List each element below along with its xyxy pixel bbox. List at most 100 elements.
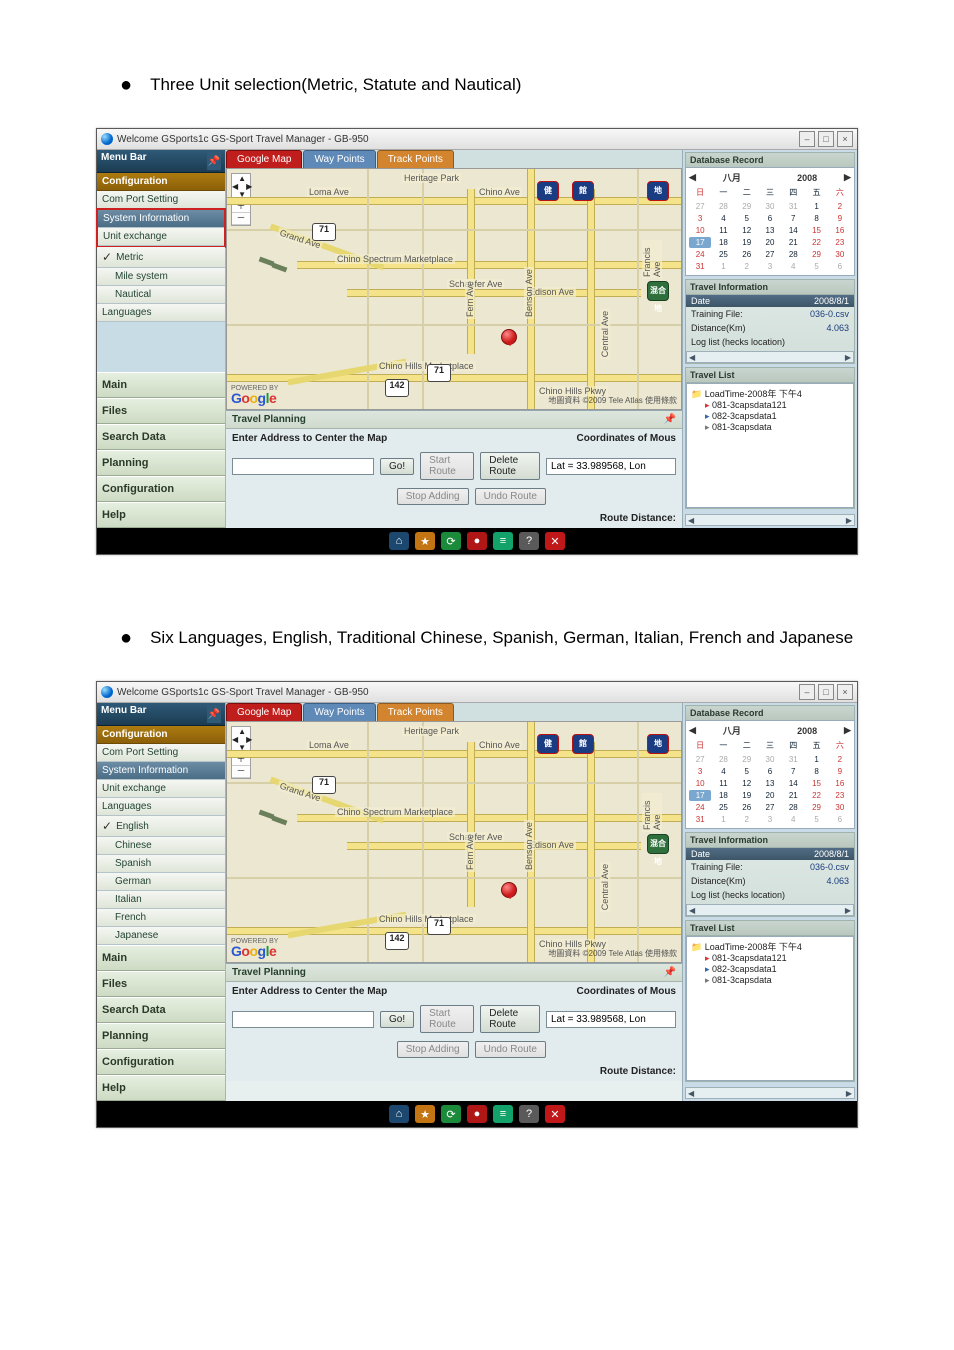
pan-right-icon[interactable]: ▶	[246, 183, 252, 191]
maximize-icon[interactable]: □	[818, 131, 834, 147]
map-pin[interactable]	[501, 882, 517, 898]
sidebar-button-planning[interactable]: Planning	[97, 1023, 225, 1049]
travel-list-tree[interactable]: LoadTime-2008年 下午4 081-3capsdata121 082-…	[686, 383, 854, 508]
tree-item-2[interactable]: 082-3capsdata1	[705, 411, 849, 422]
lang-italian[interactable]: Italian	[97, 891, 225, 909]
cal-next-icon[interactable]: ▶	[844, 725, 851, 736]
tray-icon-1[interactable]: ⌂	[389, 1105, 409, 1123]
sidebar-item-sysinfo[interactable]: System Information	[97, 762, 225, 780]
address-input[interactable]	[232, 458, 374, 475]
zoom-out-icon[interactable]: －	[232, 213, 250, 225]
tray-icon-4[interactable]: ●	[467, 1105, 487, 1123]
unit-nautical[interactable]: Nautical	[97, 286, 225, 304]
calendar[interactable]: ◀ 八月 2008 ▶ 日一二三四五六 272829303112 3456789…	[685, 167, 855, 276]
unit-mile[interactable]: Mile system	[97, 268, 225, 286]
tree-root[interactable]: LoadTime-2008年 下午4	[691, 387, 849, 400]
window-controls[interactable]: – □ ×	[799, 684, 853, 700]
sidebar-item-comport[interactable]: Com Port Setting	[97, 744, 225, 762]
configuration-header[interactable]: Configuration	[97, 726, 225, 744]
unit-metric[interactable]: ✓Metric	[97, 247, 225, 268]
hscroll[interactable]: ◀▶	[686, 904, 854, 916]
close-icon[interactable]: ×	[837, 131, 853, 147]
configuration-header[interactable]: Configuration	[97, 173, 225, 191]
undo-route-button[interactable]: Undo Route	[475, 488, 546, 505]
go-button[interactable]: Go!	[380, 458, 414, 475]
lang-spanish[interactable]: Spanish	[97, 855, 225, 873]
google-map[interactable]: ▲◀▶▼ ＋ －	[226, 721, 682, 963]
stop-adding-button[interactable]: Stop Adding	[397, 1041, 469, 1058]
tray-icon-6[interactable]: ?	[519, 1105, 539, 1123]
tray-icon-2[interactable]: ★	[415, 532, 435, 550]
window-controls[interactable]: – □ ×	[799, 131, 853, 147]
hscroll[interactable]: ◀▶	[686, 351, 854, 363]
address-input[interactable]	[232, 1011, 374, 1028]
sidebar-button-help[interactable]: Help	[97, 1075, 225, 1101]
sidebar-button-help[interactable]: Help	[97, 502, 225, 528]
sidebar-button-files[interactable]: Files	[97, 971, 225, 997]
lang-french[interactable]: French	[97, 909, 225, 927]
sidebar-item-languages[interactable]: Languages	[97, 798, 225, 816]
map-pin[interactable]	[501, 329, 517, 345]
tree-root[interactable]: LoadTime-2008年 下午4	[691, 940, 849, 953]
latlon-input[interactable]	[546, 458, 676, 475]
maximize-icon[interactable]: □	[818, 684, 834, 700]
delete-route-button[interactable]: Delete Route	[480, 1005, 540, 1033]
delete-route-button[interactable]: Delete Route	[480, 452, 540, 480]
google-map[interactable]: ▲◀▶▼ ＋ －	[226, 168, 682, 410]
tray-icon-3[interactable]: ⟳	[441, 532, 461, 550]
lang-japanese[interactable]: Japanese	[97, 927, 225, 945]
stop-adding-button[interactable]: Stop Adding	[397, 488, 469, 505]
cal-days[interactable]: 272829303112 3456789 10111213141516 1718…	[689, 754, 851, 825]
sidebar-button-configuration[interactable]: Configuration	[97, 1049, 225, 1075]
sidebar-button-planning[interactable]: Planning	[97, 450, 225, 476]
calendar[interactable]: ◀ 八月 2008 ▶ 日一二三四五六 272829303112 3456789…	[685, 720, 855, 829]
minimize-icon[interactable]: –	[799, 131, 815, 147]
sidebar-item-languages[interactable]: Languages	[97, 304, 225, 322]
sidebar-button-configuration[interactable]: Configuration	[97, 476, 225, 502]
lang-english[interactable]: ✓English	[97, 816, 225, 837]
latlon-input[interactable]	[546, 1011, 676, 1028]
tree-item-3[interactable]: 081-3capsdata	[705, 422, 849, 433]
tree-item-3[interactable]: 081-3capsdata	[705, 975, 849, 986]
tree-item-1[interactable]: 081-3capsdata121	[705, 953, 849, 964]
sidebar-item-unitexchange[interactable]: Unit exchange	[98, 228, 224, 246]
pan-up-icon[interactable]: ▲	[238, 175, 246, 183]
close-icon[interactable]: ×	[837, 684, 853, 700]
tray-icon-6[interactable]: ?	[519, 532, 539, 550]
panel-pin-icon[interactable]: 📌	[664, 414, 676, 425]
sidebar-button-searchdata[interactable]: Search Data	[97, 997, 225, 1023]
tray-icon-7[interactable]: ✕	[545, 1105, 565, 1123]
minimize-icon[interactable]: –	[799, 684, 815, 700]
tab-waypoints[interactable]: Way Points	[303, 703, 375, 721]
sidebar-button-main[interactable]: Main	[97, 372, 225, 398]
tray-icon-5[interactable]: ≡	[493, 1105, 513, 1123]
tab-trackpoints[interactable]: Track Points	[377, 703, 454, 721]
cal-next-icon[interactable]: ▶	[844, 172, 851, 183]
sidebar-button-main[interactable]: Main	[97, 945, 225, 971]
sidebar-item-unitexchange[interactable]: Unit exchange	[97, 780, 225, 798]
pin-icon[interactable]: 📌	[207, 152, 221, 170]
tray-icon-5[interactable]: ≡	[493, 532, 513, 550]
right-hscroll[interactable]: ◀▶	[685, 1087, 855, 1099]
sidebar-item-comport[interactable]: Com Port Setting	[97, 191, 225, 209]
undo-route-button[interactable]: Undo Route	[475, 1041, 546, 1058]
tray-icon-7[interactable]: ✕	[545, 532, 565, 550]
zoom-out-icon[interactable]: －	[232, 766, 250, 778]
lang-german[interactable]: German	[97, 873, 225, 891]
sidebar-button-files[interactable]: Files	[97, 398, 225, 424]
start-route-button[interactable]: Start Route	[420, 1005, 474, 1033]
panel-pin-icon[interactable]: 📌	[664, 967, 676, 978]
pan-up-icon[interactable]: ▲	[238, 728, 246, 736]
tray-icon-4[interactable]: ●	[467, 532, 487, 550]
pin-icon[interactable]: 📌	[207, 705, 221, 723]
tab-trackpoints[interactable]: Track Points	[377, 150, 454, 168]
tray-icon-3[interactable]: ⟳	[441, 1105, 461, 1123]
sidebar-item-sysinfo[interactable]: System Information	[98, 210, 224, 228]
right-hscroll[interactable]: ◀▶	[685, 514, 855, 526]
start-route-button[interactable]: Start Route	[420, 452, 474, 480]
travel-list-tree[interactable]: LoadTime-2008年 下午4 081-3capsdata121 082-…	[686, 936, 854, 1081]
tree-item-1[interactable]: 081-3capsdata121	[705, 400, 849, 411]
tab-google-map[interactable]: Google Map	[226, 703, 302, 721]
tab-google-map[interactable]: Google Map	[226, 150, 302, 168]
cal-prev-icon[interactable]: ◀	[689, 172, 696, 183]
